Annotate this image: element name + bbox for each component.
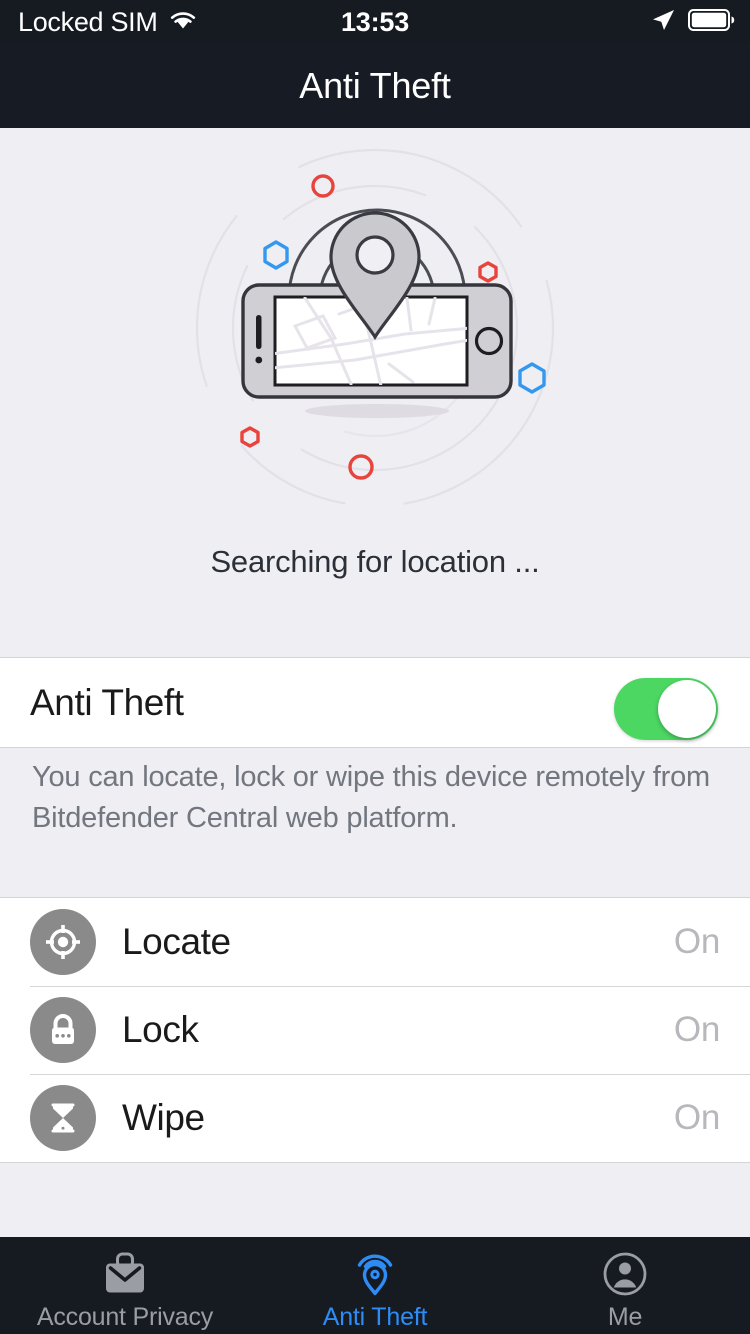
tab-me[interactable]: Me: [500, 1237, 750, 1334]
status-bar: Locked SIM 13:53: [0, 0, 750, 44]
tab-anti-theft[interactable]: Anti Theft: [250, 1237, 500, 1334]
description-text: You can locate, lock or wipe this device…: [32, 761, 711, 834]
tab-bar: Account Privacy Anti Theft Me: [0, 1237, 750, 1334]
list-item-value: On: [673, 922, 720, 961]
list-item-wipe[interactable]: Wipe On: [0, 1074, 750, 1162]
hero-section: Searching for location ...: [0, 128, 750, 655]
list-item-label: Wipe: [122, 1097, 205, 1138]
tab-label: Me: [607, 1303, 643, 1331]
list-item-label: Locate: [122, 921, 231, 962]
status-bar-clock: 13:53: [340, 6, 410, 37]
person-circle-icon: [602, 1245, 648, 1297]
list-item-value: On: [673, 1098, 720, 1137]
page-title: Anti Theft: [299, 65, 451, 106]
phone-map-location-illustration: [195, 148, 555, 508]
list-item-lock[interactable]: Lock On: [0, 986, 750, 1074]
bottom-filler: [0, 1164, 750, 1237]
wipe-hourglass-icon: [30, 1085, 96, 1151]
anti-theft-toggle-label: Anti Theft: [30, 681, 184, 723]
list-item-value: On: [673, 1010, 720, 1049]
lock-padlock-icon: [30, 997, 96, 1063]
location-pin-signal-icon: [353, 1245, 397, 1297]
status-bar-right: [650, 7, 736, 38]
battery-full-icon: [688, 8, 736, 37]
hero-caption: Searching for location ...: [210, 544, 540, 579]
anti-theft-actions-list: Locate On Lock On Wipe On: [0, 897, 750, 1163]
navigation-bar: Anti Theft: [0, 44, 750, 128]
tab-label: Anti Theft: [322, 1303, 428, 1331]
tab-account-privacy[interactable]: Account Privacy: [0, 1237, 250, 1334]
locate-crosshair-icon: [30, 909, 96, 975]
tab-label: Account Privacy: [36, 1303, 214, 1331]
switch-knob: [658, 680, 716, 738]
app-screen: Locked SIM 13:53 Anti Theft Searching fo…: [0, 0, 750, 1334]
list-item-label: Lock: [122, 1009, 199, 1050]
anti-theft-switch[interactable]: [614, 678, 718, 740]
list-item-locate[interactable]: Locate On: [0, 898, 750, 986]
location-arrow-icon: [650, 7, 676, 38]
anti-theft-toggle-row[interactable]: Anti Theft: [0, 657, 750, 748]
envelope-lock-icon: [101, 1245, 149, 1297]
